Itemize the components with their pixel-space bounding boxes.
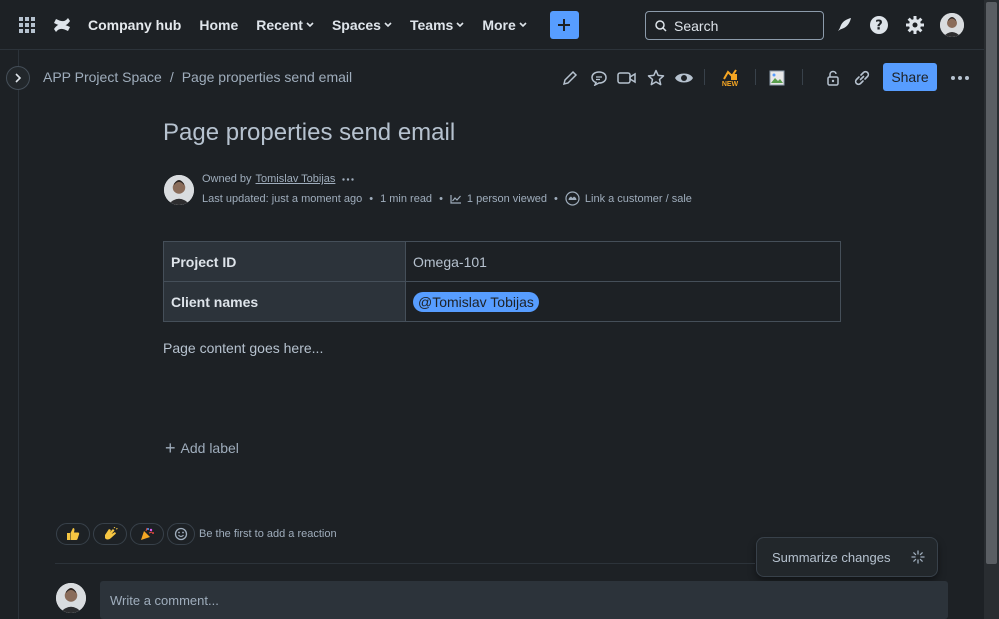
emoji-add-icon (174, 527, 188, 541)
owner-avatar[interactable] (164, 175, 194, 205)
chevron-down-icon (384, 21, 392, 27)
chevron-down-icon (519, 21, 527, 27)
summarize-label: Summarize changes (772, 549, 891, 565)
user-mention[interactable]: @Tomislav Tobijas (413, 291, 539, 312)
customer-icon (565, 191, 580, 206)
expand-sidebar-button[interactable] (6, 66, 30, 90)
breadcrumb-separator: / (169, 69, 174, 85)
last-updated: Last updated: just a moment ago (202, 192, 363, 205)
scrollbar-thumb[interactable] (986, 2, 997, 564)
settings-gear-icon[interactable] (903, 13, 927, 37)
confluence-logo-icon[interactable] (48, 11, 76, 39)
analytics-chart-icon (450, 194, 461, 204)
nav-more-label: More (482, 16, 516, 33)
owner-link[interactable]: Tomislav Tobijas (256, 173, 336, 185)
plus-icon: + (165, 438, 176, 458)
user-avatar[interactable] (940, 13, 964, 37)
nav-recent-label: Recent (256, 16, 303, 33)
toolbar-separator (755, 69, 756, 85)
app-switcher-icon[interactable] (13, 11, 41, 39)
thumbs-up-reaction[interactable] (56, 523, 90, 545)
breadcrumb-space-link[interactable]: APP Project Space (43, 69, 162, 85)
nav-home[interactable]: Home (199, 17, 238, 33)
summarize-changes-button[interactable]: Summarize changes (756, 537, 938, 577)
star-icon[interactable] (644, 66, 668, 90)
nav-recent[interactable]: Recent (256, 17, 314, 33)
add-label-button[interactable]: + Add label (165, 438, 239, 458)
plus-icon (558, 18, 571, 31)
copy-link-icon[interactable] (850, 66, 874, 90)
clap-reaction[interactable] (93, 523, 127, 545)
nav-spaces-label: Spaces (331, 16, 381, 33)
property-value-cell: @Tomislav Tobijas (405, 281, 841, 322)
reaction-prompt: Be the first to add a reaction (199, 528, 337, 540)
comment-icon[interactable] (587, 66, 611, 90)
sidebar-divider (18, 50, 19, 619)
meta-separator: • (369, 192, 374, 205)
nav-left: Company hub Home Recent Spaces Teams Mor… (0, 0, 579, 50)
link-customer-label: Link a customer / sale (584, 192, 692, 205)
commenter-avatar (56, 583, 86, 613)
comment-input[interactable]: Write a comment... (100, 581, 948, 619)
comment-placeholder: Write a comment... (110, 592, 219, 608)
byline-owner-row: Owned by Tomislav Tobijas (202, 173, 355, 185)
nav-more[interactable]: More (482, 16, 527, 33)
restrictions-lock-icon[interactable] (821, 66, 845, 90)
viewed-count: 1 person viewed (466, 192, 548, 205)
clapping-hands-icon (105, 527, 118, 540)
read-time: 1 min read (380, 192, 433, 205)
new-feature-icon[interactable]: NEW (717, 66, 743, 90)
toolbar-separator (704, 69, 705, 85)
new-badge: NEW (721, 80, 739, 88)
video-icon[interactable] (615, 66, 639, 90)
page-analytics-link[interactable]: 1 person viewed (450, 193, 547, 205)
breadcrumb: APP Project Space / Page properties send… (43, 69, 352, 85)
watch-eye-icon[interactable] (672, 66, 696, 90)
comments-divider (55, 563, 755, 564)
party-reaction[interactable] (130, 523, 164, 545)
link-customer-link[interactable]: Link a customer / sale (565, 191, 692, 206)
property-key: Client names (163, 281, 406, 322)
page-properties-table: Project ID Omega-101 Client names @Tomis… (163, 241, 841, 322)
nav-teams[interactable]: Teams (410, 17, 464, 33)
chevron-right-icon (15, 73, 22, 83)
more-owner-icon[interactable] (342, 177, 355, 181)
property-key: Project ID (163, 241, 406, 282)
edit-pencil-icon[interactable] (558, 66, 582, 90)
meta-separator: • (554, 192, 558, 205)
broken-image-icon[interactable] (765, 66, 789, 90)
chevron-down-icon (456, 21, 464, 27)
search-icon (655, 19, 667, 32)
product-name-link[interactable]: Company hub (88, 17, 181, 33)
svg-text:?: ? (875, 19, 883, 34)
chevron-down-icon (306, 21, 314, 27)
table-row: Project ID Omega-101 (163, 241, 841, 282)
nav-teams-label: Teams (409, 16, 454, 33)
help-icon[interactable]: ? (867, 13, 891, 37)
create-button[interactable] (549, 10, 579, 39)
table-row: Client names @Tomislav Tobijas (163, 281, 841, 322)
party-popper-icon (141, 527, 154, 540)
page-title: Page properties send email (163, 119, 456, 146)
add-reaction-button[interactable] (167, 523, 195, 545)
byline-meta-row: Last updated: just a moment ago • 1 min … (202, 191, 692, 206)
owned-by-label: Owned by (202, 173, 252, 185)
add-label-text: Add label (180, 440, 239, 456)
breadcrumb-page-link[interactable]: Page properties send email (182, 69, 352, 85)
page-body-text: Page content goes here... (163, 340, 324, 356)
more-actions-icon[interactable] (948, 66, 972, 90)
search-input[interactable]: Search (645, 11, 824, 40)
notifications-rocket-icon[interactable] (832, 13, 856, 37)
nav-home-label: Home (199, 16, 239, 33)
share-button[interactable]: Share (883, 63, 937, 91)
ai-sparkle-icon (911, 550, 925, 564)
property-value: Omega-101 (405, 241, 841, 282)
meta-separator: • (439, 192, 443, 205)
nav-spaces[interactable]: Spaces (332, 17, 392, 33)
search-placeholder: Search (674, 17, 719, 34)
top-navigation: Company hub Home Recent Spaces Teams Mor… (0, 0, 999, 50)
toolbar-separator (802, 69, 803, 85)
thumbs-up-icon (67, 528, 80, 540)
